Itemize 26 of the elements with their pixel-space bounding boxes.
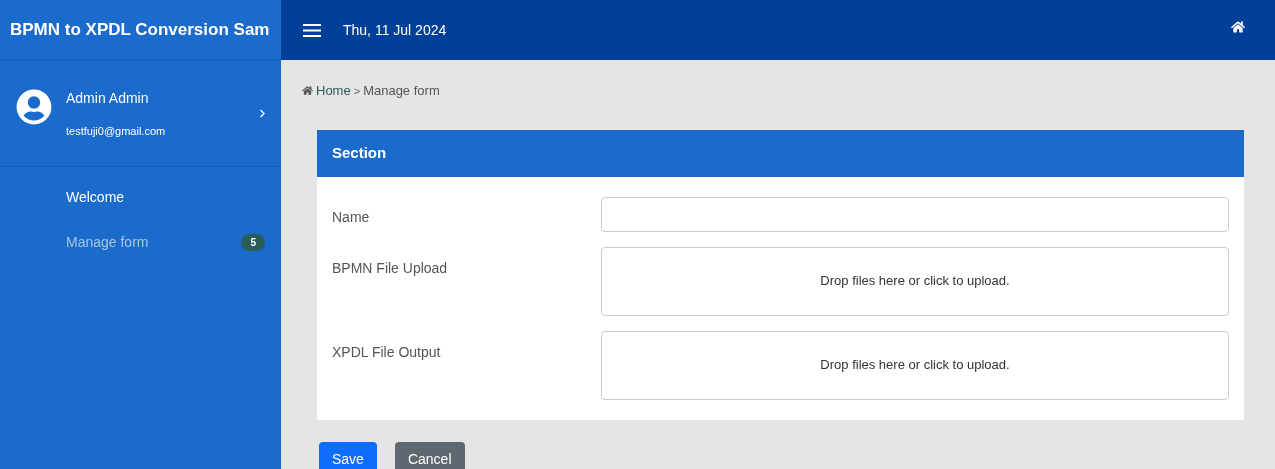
sidebar-item[interactable]: Welcome [0, 175, 281, 220]
card-title: Section [332, 142, 387, 163]
breadcrumb-link[interactable]: Home [316, 81, 351, 101]
file-dropzone[interactable]: Drop files here or click to upload. [601, 330, 1229, 400]
name-input[interactable] [601, 196, 1229, 232]
dropzone-hint: Drop files here or click to upload. [820, 272, 1010, 291]
menu-icon[interactable] [303, 23, 321, 37]
user-email: testfuji0@gmail.com [66, 123, 167, 139]
field-label: XPDL File Output [332, 342, 442, 362]
avatar-icon [16, 89, 52, 125]
home-icon[interactable] [1231, 20, 1245, 34]
breadcrumb-current: Manage form [363, 82, 440, 100]
field-label: BPMN File Upload [332, 258, 449, 278]
cancel-button[interactable]: Cancel [394, 441, 465, 469]
dropzone-hint: Drop files here or click to upload. [820, 356, 1010, 375]
file-dropzone[interactable]: Drop files here or click to upload. [601, 246, 1229, 316]
user-name: Admin Admin [66, 88, 150, 108]
count-badge: 5 [241, 234, 265, 251]
save-button[interactable]: Save [319, 441, 377, 469]
app-title: BPMN to XPDL Conversion Sam [10, 19, 270, 42]
field-label: Name [332, 207, 371, 227]
chevron-icon[interactable] [258, 109, 267, 118]
date-text: Thu, 11 Jul 2024 [343, 20, 448, 40]
breadcrumb-separator: > [353, 83, 361, 99]
home-icon [302, 85, 313, 97]
sidebar-item[interactable]: Manage form 5 [0, 220, 281, 265]
